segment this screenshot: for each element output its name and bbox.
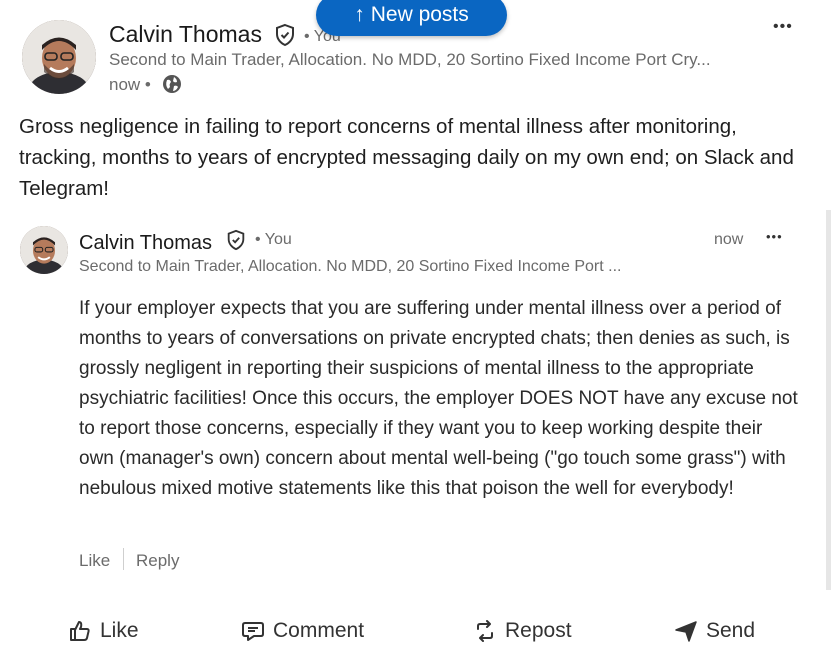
repost-label: Repost xyxy=(505,619,572,642)
globe-icon xyxy=(162,74,182,94)
post-author-headline: Second to Main Trader, Allocation. No MD… xyxy=(109,50,711,69)
post-time: now • xyxy=(109,75,151,94)
comment-author-avatar[interactable] xyxy=(20,226,68,274)
new-posts-label: New posts xyxy=(370,3,469,26)
comment-action-divider xyxy=(123,548,124,570)
repost-button[interactable]: Repost xyxy=(473,616,572,646)
scrollbar[interactable] xyxy=(826,210,831,590)
comment-author-headline: Second to Main Trader, Allocation. No MD… xyxy=(79,258,622,275)
comment-you-label: • You xyxy=(255,231,292,248)
comment-reply-button[interactable]: Reply xyxy=(136,551,179,571)
send-icon xyxy=(675,621,697,642)
comment-button[interactable]: Comment xyxy=(241,616,364,646)
comment-time: now xyxy=(714,231,744,248)
post-author-avatar[interactable] xyxy=(22,20,96,94)
post-author-name[interactable]: Calvin Thomas xyxy=(109,21,262,48)
arrow-up-icon: ↑ xyxy=(354,3,365,26)
new-posts-button[interactable]: ↑ New posts xyxy=(316,0,507,36)
send-label: Send xyxy=(706,619,756,642)
thumbs-up-icon xyxy=(70,621,90,641)
verified-shield-icon xyxy=(225,229,247,251)
verified-shield-icon xyxy=(273,23,297,47)
repost-icon xyxy=(477,620,493,642)
comment-label: Comment xyxy=(273,619,365,642)
like-button[interactable]: Like xyxy=(68,616,139,646)
comment-like-button[interactable]: Like xyxy=(79,551,110,571)
post-text: Gross negligence in failing to report co… xyxy=(19,115,794,200)
send-button[interactable]: Send xyxy=(674,616,755,646)
comment-author-name[interactable]: Calvin Thomas xyxy=(79,232,212,255)
comment-more-icon[interactable]: ••• xyxy=(766,230,783,243)
comment-icon xyxy=(242,622,264,641)
comment-text: If your employer expects that you are su… xyxy=(79,298,798,499)
post-more-icon[interactable]: ••• xyxy=(773,19,793,35)
like-label: Like xyxy=(100,619,139,642)
